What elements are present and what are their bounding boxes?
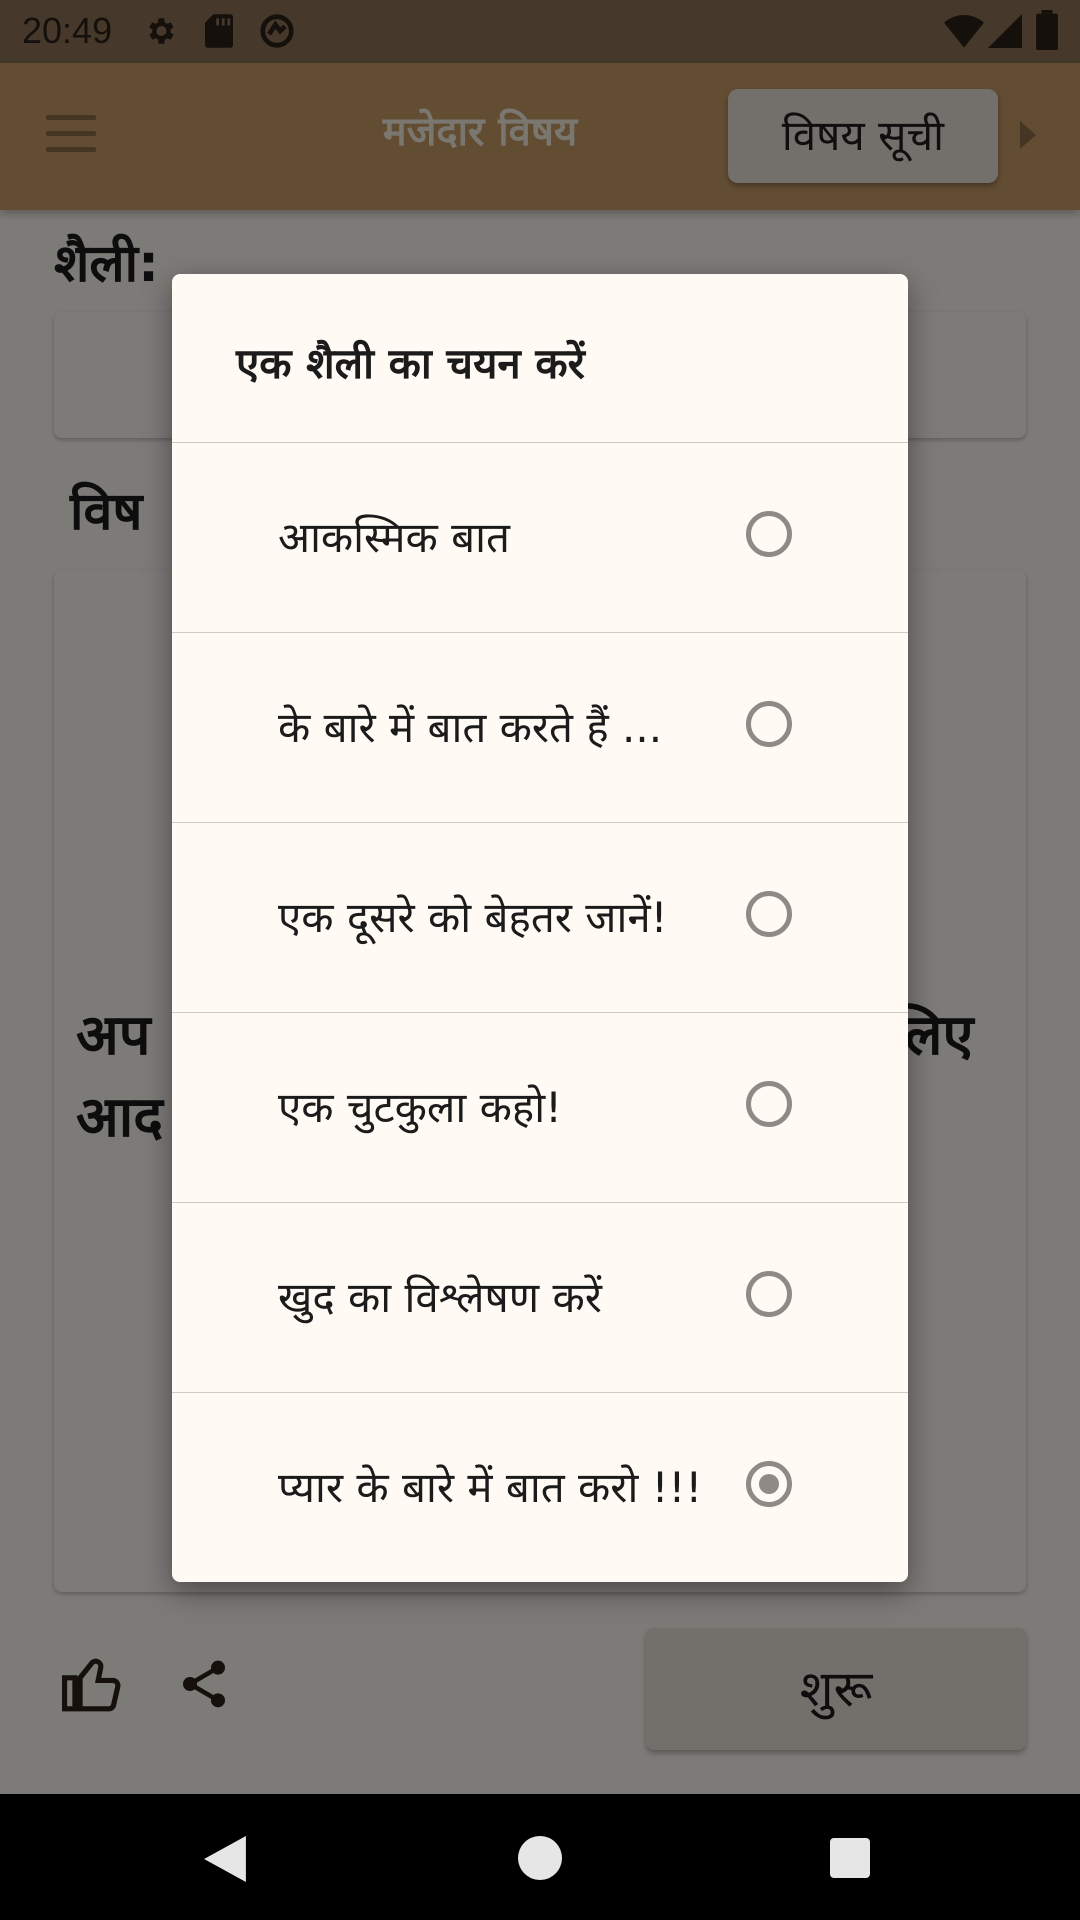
style-option-label: खुद का विश्लेषण करें bbox=[278, 1272, 602, 1322]
dialog-title: एक शैली का चयन करें bbox=[236, 339, 585, 388]
style-select-dialog: एक शैली का चयन करें आकस्मिक बात के बारे म… bbox=[172, 274, 908, 1582]
navigation-bar bbox=[0, 1794, 1080, 1920]
radio-unchecked-icon[interactable] bbox=[746, 701, 792, 747]
style-option[interactable]: आकस्मिक बात bbox=[172, 443, 908, 633]
style-option[interactable]: प्यार के बारे में बात करो !!! bbox=[172, 1393, 908, 1582]
style-option[interactable]: खुद का विश्लेषण करें bbox=[172, 1203, 908, 1393]
radio-unchecked-icon[interactable] bbox=[746, 1271, 792, 1317]
style-option-label: के बारे में बात करते हैं ... bbox=[278, 702, 663, 752]
style-option-label: आकस्मिक बात bbox=[278, 512, 510, 562]
radio-unchecked-icon[interactable] bbox=[746, 891, 792, 937]
back-triangle-icon[interactable] bbox=[204, 1836, 246, 1882]
style-option[interactable]: एक दूसरे को बेहतर जानें! bbox=[172, 823, 908, 1013]
style-option-label: प्यार के बारे में बात करो !!! bbox=[278, 1462, 703, 1512]
home-circle-icon[interactable] bbox=[518, 1836, 562, 1880]
style-option-label: एक दूसरे को बेहतर जानें! bbox=[278, 892, 668, 942]
recents-square-icon[interactable] bbox=[830, 1838, 870, 1878]
style-option[interactable]: के बारे में बात करते हैं ... bbox=[172, 633, 908, 823]
style-option-label: एक चुटकुला कहो! bbox=[278, 1082, 562, 1132]
radio-checked-icon[interactable] bbox=[746, 1461, 792, 1507]
radio-unchecked-icon[interactable] bbox=[746, 511, 792, 557]
style-option[interactable]: एक चुटकुला कहो! bbox=[172, 1013, 908, 1203]
radio-unchecked-icon[interactable] bbox=[746, 1081, 792, 1127]
